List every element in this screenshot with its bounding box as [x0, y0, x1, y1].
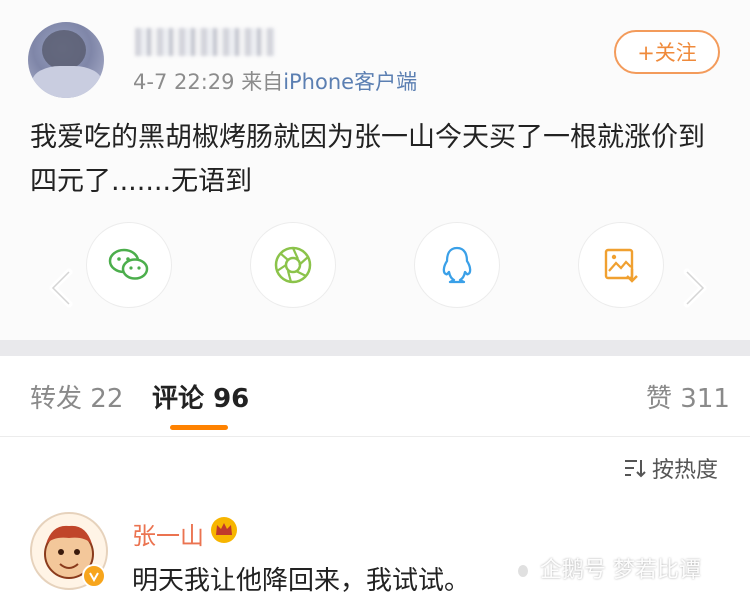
share-row — [0, 222, 750, 312]
tab-comments-label: 评论 — [152, 384, 205, 414]
penguin-icon — [515, 560, 531, 578]
watermark-text: 企鹅号 梦若比谭 — [540, 558, 701, 583]
interaction-tabs: 转发 22 评论 96 赞 311 — [0, 356, 750, 437]
sort-icon — [625, 460, 646, 478]
tab-repost-count: 22 — [90, 384, 124, 414]
tab-repost[interactable]: 转发 22 — [30, 378, 123, 415]
source-app[interactable]: iPhone客户端 — [283, 70, 417, 94]
source-prefix: 来自 — [241, 70, 284, 94]
post-timestamp: 4-7 22:29 — [133, 70, 235, 94]
follow-button[interactable]: +关注 — [614, 30, 720, 74]
tab-comments[interactable]: 评论 96 — [152, 378, 249, 415]
post-meta: 4-7 22:29 来自iPhone客户端 — [133, 66, 417, 96]
qq-icon[interactable] — [414, 222, 500, 308]
tab-likes-count: 311 — [680, 384, 730, 414]
crown-icon — [210, 516, 238, 544]
moments-icon[interactable] — [250, 222, 336, 308]
verified-badge-icon — [82, 564, 106, 588]
post-content: 我爱吃的黑胡椒烤肠就因为张一山今天买了一根就涨价到四元了.......无语到 — [30, 122, 705, 197]
sort-label: 按热度 — [652, 458, 719, 483]
watermark: 企鹅号 梦若比谭 — [512, 552, 701, 584]
poster-avatar[interactable] — [28, 22, 104, 98]
tab-likes[interactable]: 赞 311 — [646, 378, 730, 415]
poster-name-blurred[interactable] — [135, 28, 275, 56]
comment-text: 明天我让他降回来，我试试。 — [132, 566, 471, 596]
tab-comments-count: 96 — [213, 384, 250, 414]
section-divider — [0, 340, 750, 356]
wechat-icon[interactable] — [86, 222, 172, 308]
commenter-name[interactable]: 张一山 — [132, 516, 204, 551]
active-tab-indicator — [170, 425, 228, 430]
save-image-icon[interactable] — [578, 222, 664, 308]
tab-repost-label: 转发 — [30, 384, 83, 414]
tab-likes-label: 赞 — [646, 384, 673, 414]
sort-by-heat-button[interactable]: 按热度 — [624, 452, 718, 484]
